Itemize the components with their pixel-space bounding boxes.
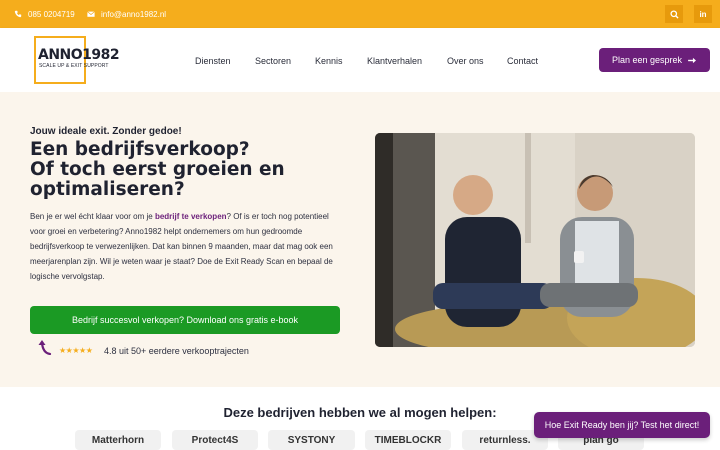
nav-sectoren[interactable]: Sectoren — [255, 56, 291, 66]
hero-kicker: Jouw ideale exit. Zonder gedoe! — [30, 126, 182, 137]
logo-text: ANNO1982 — [38, 47, 120, 63]
rating-stars: ★★★★★ — [59, 346, 93, 355]
plan-gesprek-label: Plan een gesprek — [611, 55, 683, 65]
nav-over-ons[interactable]: Over ons — [447, 56, 484, 66]
client-logo: TIMEBLOCKR — [365, 430, 451, 450]
exit-ready-test-label: Hoe Exit Ready ben jij? Test het direct! — [544, 420, 700, 430]
headline-line-2: Of toch eerst groeien en — [30, 159, 285, 180]
phone-icon — [14, 10, 22, 18]
nav-diensten[interactable]: Diensten — [195, 56, 231, 66]
headline-line-1: Een bedrijfsverkoop? — [30, 139, 250, 160]
linkedin-icon: in — [699, 9, 707, 19]
client-logo: SYSTONY — [268, 430, 355, 450]
nav-klantverhalen[interactable]: Klantverhalen — [367, 56, 422, 66]
email-address: info@anno1982.nl — [101, 9, 167, 19]
body-text-post: ? Of is er toch nog potentieel voor groe… — [30, 212, 333, 281]
rating-text: 4.8 uit 50+ eerdere verkooptrajecten — [104, 346, 249, 356]
top-bar: 085 0204719 info@anno1982.nl in — [0, 0, 720, 28]
ebook-download-button[interactable]: Bedrijf succesvol verkopen? Download ons… — [30, 306, 340, 334]
client-logo: Protect4S — [172, 430, 258, 450]
ebook-download-label: Bedrijf succesvol verkopen? Download ons… — [71, 315, 299, 325]
envelope-icon — [87, 11, 95, 17]
email-link[interactable]: info@anno1982.nl — [87, 0, 166, 28]
client-logo: Matterhorn — [75, 430, 161, 450]
bedrijf-verkopen-link[interactable]: bedrijf te verkopen — [155, 212, 227, 221]
nav-kennis[interactable]: Kennis — [315, 56, 343, 66]
search-icon — [669, 9, 679, 19]
exit-ready-test-button[interactable]: Hoe Exit Ready ben jij? Test het direct! — [534, 412, 710, 438]
nav-contact[interactable]: Contact — [507, 56, 538, 66]
headline-line-3: optimaliseren? — [30, 179, 185, 200]
search-button[interactable] — [665, 5, 683, 23]
logo-tagline: SCALE UP & EXIT SUPPORT — [39, 63, 109, 69]
site-header: ANNO1982 SCALE UP & EXIT SUPPORT Dienste… — [0, 28, 720, 92]
hero-photo — [375, 133, 695, 347]
arrow-right-icon — [688, 57, 697, 63]
hero-headline: Een bedrijfsverkoop? Of toch eerst groei… — [30, 140, 350, 200]
hero-photo-illustration — [375, 133, 695, 347]
phone-link[interactable]: 085 0204719 — [14, 0, 75, 28]
body-text-pre: Ben je er wel écht klaar voor om je — [30, 212, 155, 221]
plan-gesprek-button[interactable]: Plan een gesprek — [599, 48, 710, 72]
linkedin-button[interactable]: in — [694, 5, 712, 23]
curved-arrow-icon — [38, 340, 52, 355]
hero-body: Ben je er wel écht klaar voor om je bedr… — [30, 209, 346, 284]
phone-number: 085 0204719 — [28, 9, 75, 19]
